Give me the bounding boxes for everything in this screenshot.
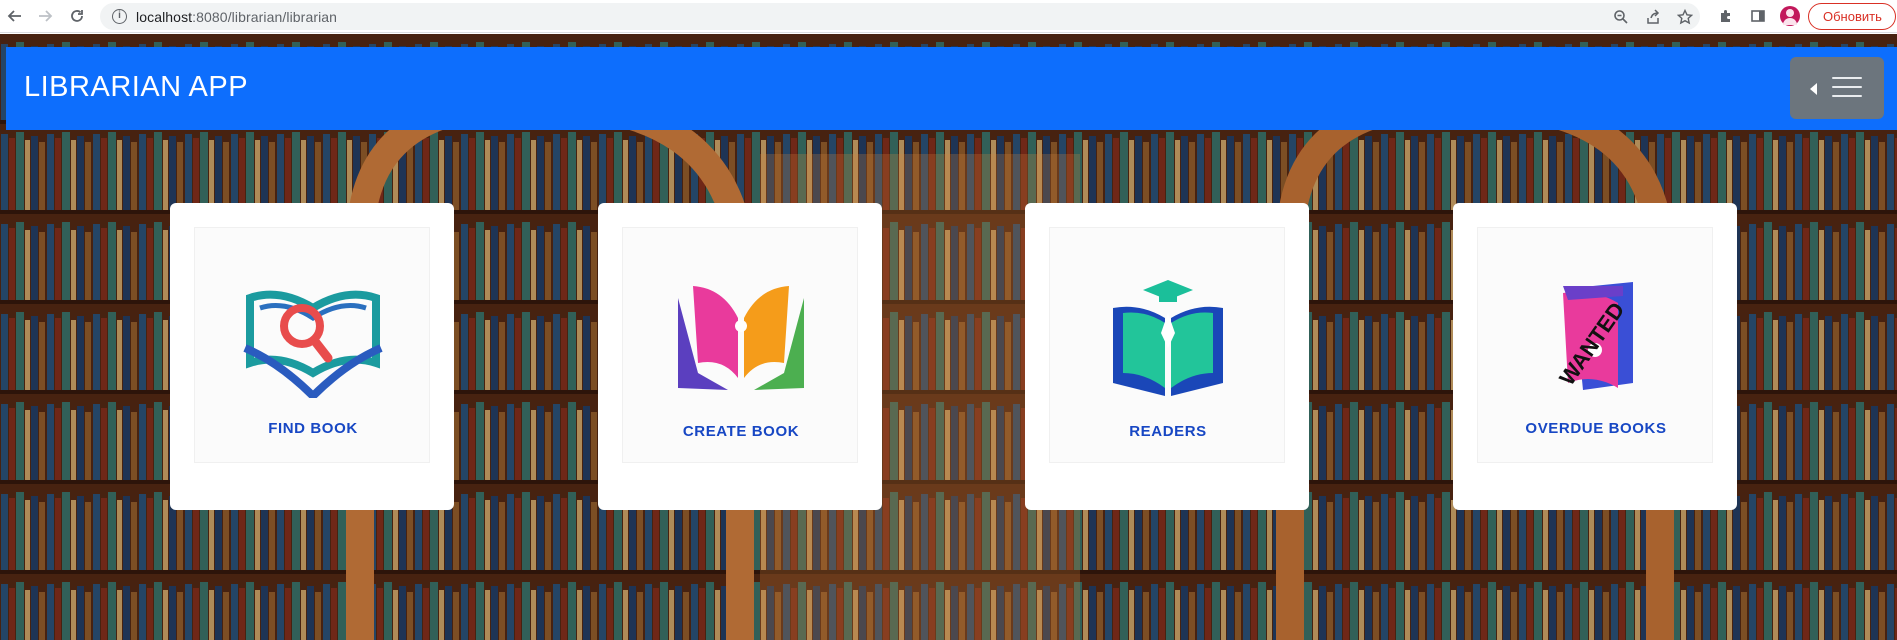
card-label: READERS [1129, 423, 1207, 440]
browser-toolbar: i localhost:8080/librarian/librarian Обн… [0, 0, 1897, 33]
page-background: LIBRARIAN APP FIND BOOK CREATE BOOK READ… [0, 34, 1897, 640]
card-create-book[interactable]: CREATE BOOK [598, 203, 882, 510]
app-brand[interactable]: LIBRARIAN APP [24, 71, 248, 104]
info-icon[interactable]: i [112, 9, 127, 24]
profile-avatar[interactable] [1780, 6, 1800, 26]
card-label: OVERDUE BOOKS [1525, 420, 1667, 437]
update-button[interactable]: Обновить [1808, 3, 1896, 30]
open-book-magnifier-icon [243, 290, 383, 398]
address-bar[interactable]: i localhost:8080/librarian/librarian [100, 3, 1700, 30]
caret-left-icon [1810, 83, 1817, 95]
back-icon[interactable] [4, 5, 26, 27]
top-navbar: LIBRARIAN APP [6, 47, 1897, 130]
card-overdue-books[interactable]: WANTED OVERDUE BOOKS [1453, 203, 1737, 510]
card-image-frame: READERS [1049, 227, 1285, 463]
card-image-frame: WANTED OVERDUE BOOKS [1477, 227, 1713, 463]
card-image-frame: CREATE BOOK [622, 227, 858, 463]
graduate-book-icon [1113, 280, 1223, 396]
card-label: CREATE BOOK [682, 423, 800, 440]
url-path: :8080/librarian/librarian [192, 9, 338, 25]
wanted-book-icon: WANTED [1554, 282, 1633, 390]
card-find-book[interactable]: FIND BOOK [170, 203, 454, 510]
url-text[interactable]: localhost:8080/librarian/librarian [136, 9, 337, 25]
url-host: localhost [136, 9, 193, 25]
hamburger-icon [1832, 75, 1862, 99]
card-label: FIND BOOK [268, 420, 358, 437]
forward-icon[interactable] [34, 5, 56, 27]
star-icon[interactable] [1676, 8, 1694, 26]
reload-icon[interactable] [66, 5, 88, 27]
sidepanel-icon[interactable] [1748, 6, 1768, 26]
colorful-open-book-icon [678, 286, 804, 390]
menu-toggle-button[interactable] [1790, 57, 1884, 119]
extensions-icon[interactable] [1716, 6, 1736, 26]
zoom-icon[interactable] [1612, 8, 1630, 26]
card-readers[interactable]: READERS [1025, 203, 1309, 510]
share-icon[interactable] [1644, 8, 1662, 26]
card-image-frame: FIND BOOK [194, 227, 430, 463]
